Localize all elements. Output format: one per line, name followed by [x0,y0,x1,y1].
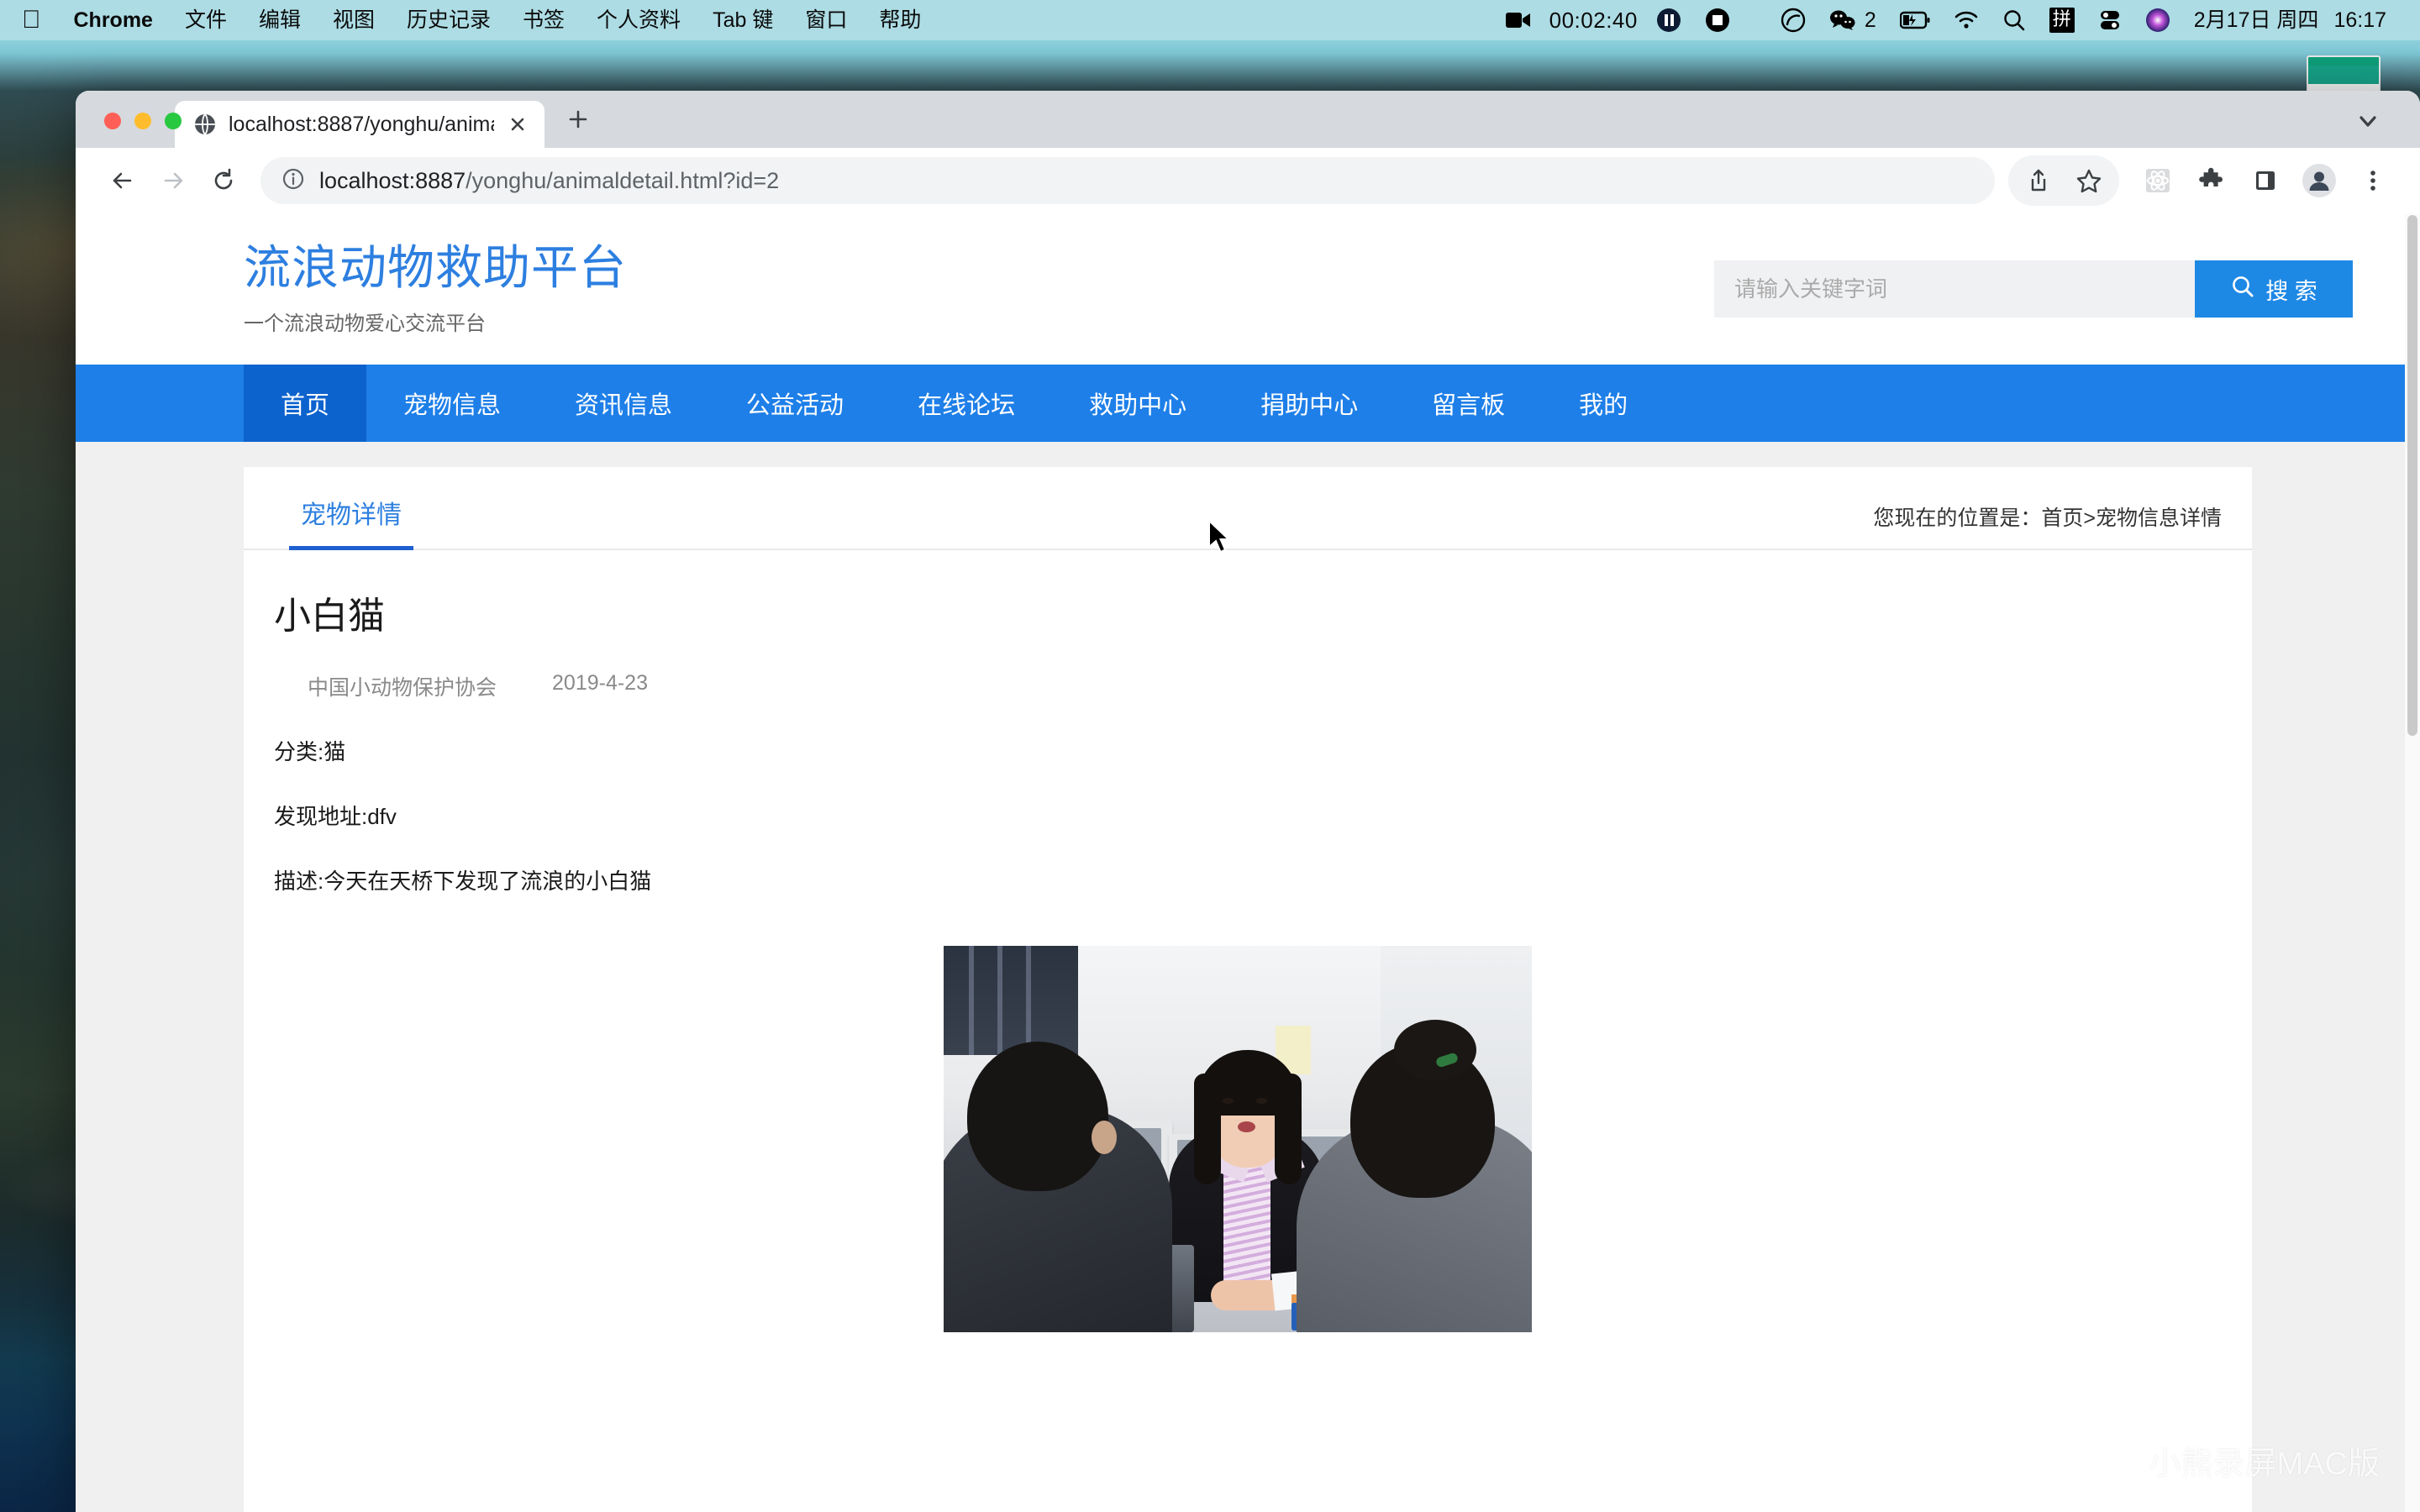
breadcrumb: 您现在的位置是：首页>宠物信息详情 [1873,507,2222,530]
site-header: 流浪动物救助平台 一个流浪动物爱心交流平台 搜 索 [76,213,2420,365]
nav-item-forum[interactable]: 在线论坛 [881,365,1052,442]
arrow-left-icon[interactable] [97,155,148,206]
control-center-icon[interactable] [2086,8,2133,32]
close-window-button[interactable] [104,113,121,129]
menu-item-bookmarks[interactable]: 书签 [507,0,581,40]
page-title: 小白猫 [274,596,385,637]
page-body: 宠物详情 您现在的位置是：首页>宠物信息详情 小白猫 中国小动物保护协会 201… [76,442,2420,1512]
menu-item-tab[interactable]: Tab 键 [697,0,789,40]
nav-item-mine[interactable]: 我的 [1542,365,1665,442]
url-text: localhost:8887/yonghu/animaldetail.html?… [319,168,779,194]
content-card: 宠物详情 您现在的位置是：首页>宠物信息详情 小白猫 中国小动物保护协会 201… [244,467,2252,1512]
chrome-browser-window: localhost:8887/yonghu/animald localhost:… [76,91,2420,1512]
nav-item-donation-center[interactable]: 捐助中心 [1223,365,1395,442]
globe-icon [193,113,217,136]
pinyin-input-label: 拼 [2049,8,2075,33]
share-icon[interactable] [2013,155,2064,206]
browser-viewport: 流浪动物救助平台 一个流浪动物爱心交流平台 搜 索 [76,213,2420,1512]
field-description: 描述:今天在天桥下发现了流浪的小白猫 [274,869,652,894]
nav-item-news[interactable]: 资讯信息 [538,365,709,442]
menu-item-chrome[interactable]: Chrome [58,0,169,40]
close-icon[interactable] [506,113,529,136]
apple-logo-icon[interactable]:  [18,2,58,39]
scrollbar-thumb[interactable] [2407,215,2417,736]
nav-item-charity[interactable]: 公益活动 [709,365,881,442]
nav-item-home[interactable]: 首页 [244,365,367,442]
nav-item-message-board[interactable]: 留言板 [1395,365,1542,442]
new-tab-button[interactable] [560,101,597,138]
side-panel-icon[interactable] [2240,155,2291,206]
site-brand[interactable]: 流浪动物救助平台 一个流浪动物爱心交流平台 [244,242,627,337]
menu-item-view[interactable]: 视图 [317,0,391,40]
url-path: /yonghu/animaldetail.html?id=2 [466,167,780,193]
three-dot-menu-icon[interactable] [2348,155,2398,206]
article-image-wrapper [274,946,2202,1332]
battery-charging-icon[interactable] [1888,10,1942,30]
menu-item-profile[interactable]: 个人资料 [581,0,697,40]
browser-toolbar: localhost:8887/yonghu/animaldetail.html?… [76,148,2420,213]
browser-tab-title: localhost:8887/yonghu/animald [229,112,494,136]
content-card-header: 宠物详情 您现在的位置是：首页>宠物信息详情 [244,467,2252,550]
profile-avatar-icon[interactable] [2294,155,2344,206]
search-input[interactable] [1714,260,2195,318]
share-bookmark-group [2008,155,2119,206]
site-navigation: 首页 宠物信息 资讯信息 公益活动 在线论坛 救助中心 捐助中心 留言板 我的 [76,365,2420,442]
background-window-statusbar [2308,57,2379,66]
wifi-icon[interactable] [1942,10,1991,30]
pinyin-input-icon[interactable]: 拼 [2038,8,2086,33]
article-image [944,946,1532,1332]
stop-icon[interactable] [1693,8,1742,33]
field-address: 发现地址:dfv [274,804,397,829]
article-date: 2019-4-23 [552,671,648,695]
menubar-time[interactable]: 16:17 [2330,0,2398,40]
adobe-creative-cloud-icon[interactable] [1742,8,1818,33]
wechat-icon[interactable]: 2 [1818,0,1888,40]
background-window-toolbar [2308,66,2379,84]
nav-item-pet-info[interactable]: 宠物信息 [366,365,538,442]
minimize-window-button[interactable] [134,113,151,129]
address-bar[interactable]: localhost:8887/yonghu/animaldetail.html?… [260,157,1995,204]
menu-item-history[interactable]: 历史记录 [391,0,507,40]
menubar-date[interactable]: 2月17日 周四 [2182,0,2331,40]
puzzle-piece-icon[interactable] [2186,155,2237,206]
menu-item-file[interactable]: 文件 [169,0,243,40]
nav-item-rescue-center[interactable]: 救助中心 [1052,365,1223,442]
reload-icon[interactable] [198,155,249,206]
star-icon[interactable] [2064,155,2114,206]
search-box: 搜 索 [1714,260,2353,318]
field-category: 分类:猫 [274,739,346,764]
vertical-scrollbar[interactable] [2405,213,2420,1512]
web-page: 流浪动物救助平台 一个流浪动物爱心交流平台 搜 索 [76,213,2420,1512]
menu-item-help[interactable]: 帮助 [863,0,937,40]
browser-tab-strip: localhost:8887/yonghu/animald [76,91,2420,148]
search-button[interactable]: 搜 索 [2195,260,2353,318]
browser-tab[interactable]: localhost:8887/yonghu/animald [175,101,544,148]
info-circle-icon[interactable] [281,166,306,196]
site-title: 流浪动物救助平台 [244,240,627,294]
arrow-right-icon[interactable] [148,155,198,206]
toolbar-actions [2008,155,2398,206]
video-camera-icon[interactable] [1494,10,1543,30]
search-icon [2230,274,2255,305]
spotlight-search-icon[interactable] [1991,8,2038,32]
menu-item-window[interactable]: 窗口 [789,0,863,40]
maximize-window-button[interactable] [165,113,182,129]
recording-time: 00:02:40 [1549,8,1638,33]
menu-item-edit[interactable]: 编辑 [243,0,317,40]
search-button-label: 搜 索 [2265,278,2317,304]
wechat-badge: 2 [1864,8,1876,32]
siri-icon[interactable] [2133,8,2182,33]
article-meta: 中国小动物保护协会 2019-4-23 [274,671,2202,701]
mac-menu-bar:  Chrome 文件 编辑 视图 历史记录 书签 个人资料 Tab 键 窗口 … [0,0,2420,40]
desktop:  Chrome 文件 编辑 视图 历史记录 书签 个人资料 Tab 键 窗口 … [0,0,2420,1512]
react-extension-icon[interactable] [2133,155,2183,206]
window-traffic-lights [104,113,182,129]
chevron-down-icon[interactable] [2349,102,2386,139]
article: 小白猫 中国小动物保护协会 2019-4-23 分类:猫 发现地址:dfv 描述… [244,550,2252,1332]
article-source: 中国小动物保护协会 [308,676,497,700]
pause-icon[interactable] [1644,8,1693,33]
site-subtitle: 一个流浪动物爱心交流平台 [244,312,486,336]
url-host: localhost:8887 [319,167,466,193]
tab-pet-detail[interactable]: 宠物详情 [289,494,413,550]
